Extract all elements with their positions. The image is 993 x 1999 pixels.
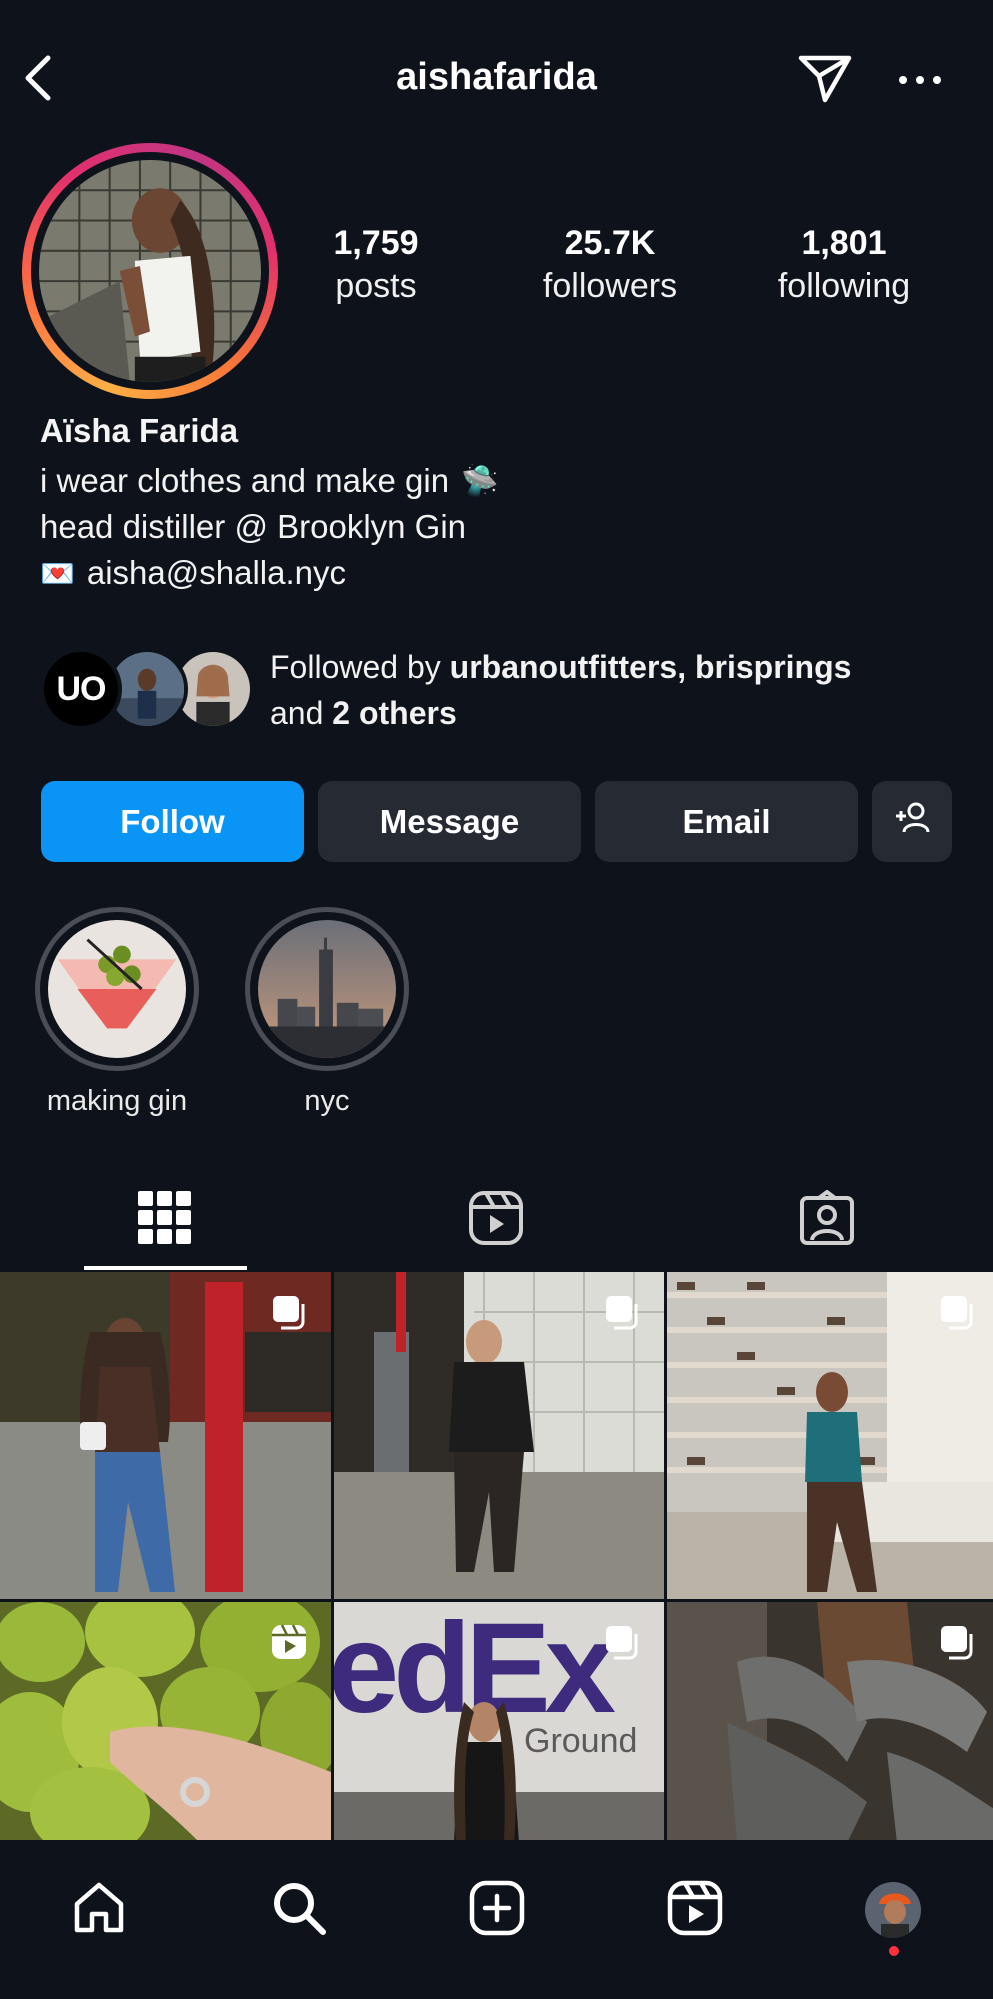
stat-followers-value: 25.7K <box>564 224 656 262</box>
highlight-label: making gin <box>46 1085 188 1117</box>
stat-posts-value: 1,759 <box>333 224 419 262</box>
nav-home[interactable] <box>59 1870 139 1950</box>
followed-by-names: urbanoutfitters, brisprings <box>449 649 852 685</box>
reels-icon <box>468 1190 524 1251</box>
followed-by-prefix: Followed by <box>270 649 450 685</box>
nav-profile[interactable] <box>853 1870 933 1950</box>
active-tab-indicator <box>84 1266 247 1270</box>
highlight-making-gin[interactable]: making gin <box>35 907 199 1118</box>
carousel-icon <box>937 1622 977 1662</box>
stat-followers-label: followers <box>542 267 678 305</box>
profile-avatar <box>39 160 261 382</box>
tab-posts-grid[interactable] <box>75 1170 255 1270</box>
grid-icon <box>138 1190 192 1250</box>
nav-reels[interactable] <box>655 1870 735 1950</box>
nav-search[interactable] <box>259 1870 339 1950</box>
profile-page: aishafarida 1,759 posts 25.7K followers … <box>0 0 993 1999</box>
bio-line-2: head distiller @ Brooklyn Gin <box>40 508 466 546</box>
stat-posts-label: posts <box>335 267 417 305</box>
paper-plane-icon[interactable] <box>795 50 855 106</box>
followed-by-others: 2 others <box>332 695 457 731</box>
urbanoutfitters-avatar: UO <box>40 648 122 730</box>
bio-line-2-text: head distiller @ Brooklyn Gin <box>40 508 467 545</box>
highlight-cover <box>48 920 186 1058</box>
highlight-nyc[interactable]: nyc <box>245 907 409 1118</box>
uo-logo-text: UO <box>56 669 107 708</box>
reel-icon <box>269 1622 309 1662</box>
profile-avatar-story-ring[interactable] <box>22 143 278 399</box>
create-icon <box>467 1878 527 1943</box>
notification-dot <box>889 1946 899 1956</box>
posts-grid: edEx Ground <box>0 1272 993 1843</box>
post-thumbnail[interactable] <box>667 1272 993 1599</box>
post-thumbnail[interactable]: edEx Ground <box>334 1602 664 1843</box>
carousel-icon <box>602 1622 642 1662</box>
email-button[interactable]: Email <box>595 781 858 862</box>
ground-text: Ground <box>524 1722 637 1760</box>
highlight-cover <box>258 920 396 1058</box>
bottom-nav <box>0 1840 993 1999</box>
carousel-icon <box>602 1292 642 1332</box>
carousel-icon <box>269 1292 309 1332</box>
header: aishafarida <box>0 40 993 120</box>
tagged-icon <box>799 1189 855 1251</box>
nav-create[interactable] <box>457 1870 537 1950</box>
search-icon <box>269 1878 329 1943</box>
follow-button[interactable]: Follow <box>41 781 304 862</box>
stat-following-value: 1,801 <box>801 224 887 262</box>
stat-followers[interactable]: 25.7K followers <box>500 222 720 308</box>
add-user-button[interactable] <box>872 781 952 862</box>
message-button[interactable]: Message <box>318 781 581 862</box>
bio-line-1-text: i wear clothes and make gin <box>40 462 450 499</box>
post-thumbnail[interactable] <box>0 1272 331 1599</box>
carousel-icon <box>937 1292 977 1332</box>
post-thumbnail[interactable] <box>0 1602 331 1843</box>
stat-following-label: following <box>777 267 911 305</box>
stat-following[interactable]: 1,801 following <box>734 222 954 308</box>
post-thumbnail[interactable] <box>667 1602 993 1843</box>
post-thumbnail[interactable] <box>334 1272 664 1599</box>
tab-reels[interactable] <box>406 1170 586 1270</box>
stat-posts[interactable]: 1,759 posts <box>266 222 486 308</box>
more-horizontal-icon[interactable] <box>895 60 945 100</box>
add-user-icon <box>892 798 932 846</box>
followed-by-avatars[interactable]: UO <box>40 648 254 732</box>
bio-email-link[interactable]: aisha@shalla.nyc <box>87 554 346 592</box>
profile-avatar <box>863 1880 923 1940</box>
followed-by-text[interactable]: Followed by urbanoutfitters, brisprings … <box>270 644 970 736</box>
followed-by-and: and <box>270 695 333 731</box>
bio-line-1: i wear clothes and make gin 🛸 <box>40 462 498 500</box>
highlight-label: nyc <box>304 1085 350 1117</box>
bio-line-3[interactable]: 💌 aisha@shalla.nyc <box>40 554 346 592</box>
tab-tagged[interactable] <box>737 1170 917 1270</box>
home-icon <box>69 1878 129 1943</box>
display-name: Aïsha Farida <box>40 412 239 449</box>
ufo-emoji-icon: 🛸 <box>461 464 499 498</box>
profile-tabs <box>0 1170 993 1270</box>
reels-icon <box>665 1878 725 1943</box>
love-letter-emoji-icon: 💌 <box>40 557 75 589</box>
